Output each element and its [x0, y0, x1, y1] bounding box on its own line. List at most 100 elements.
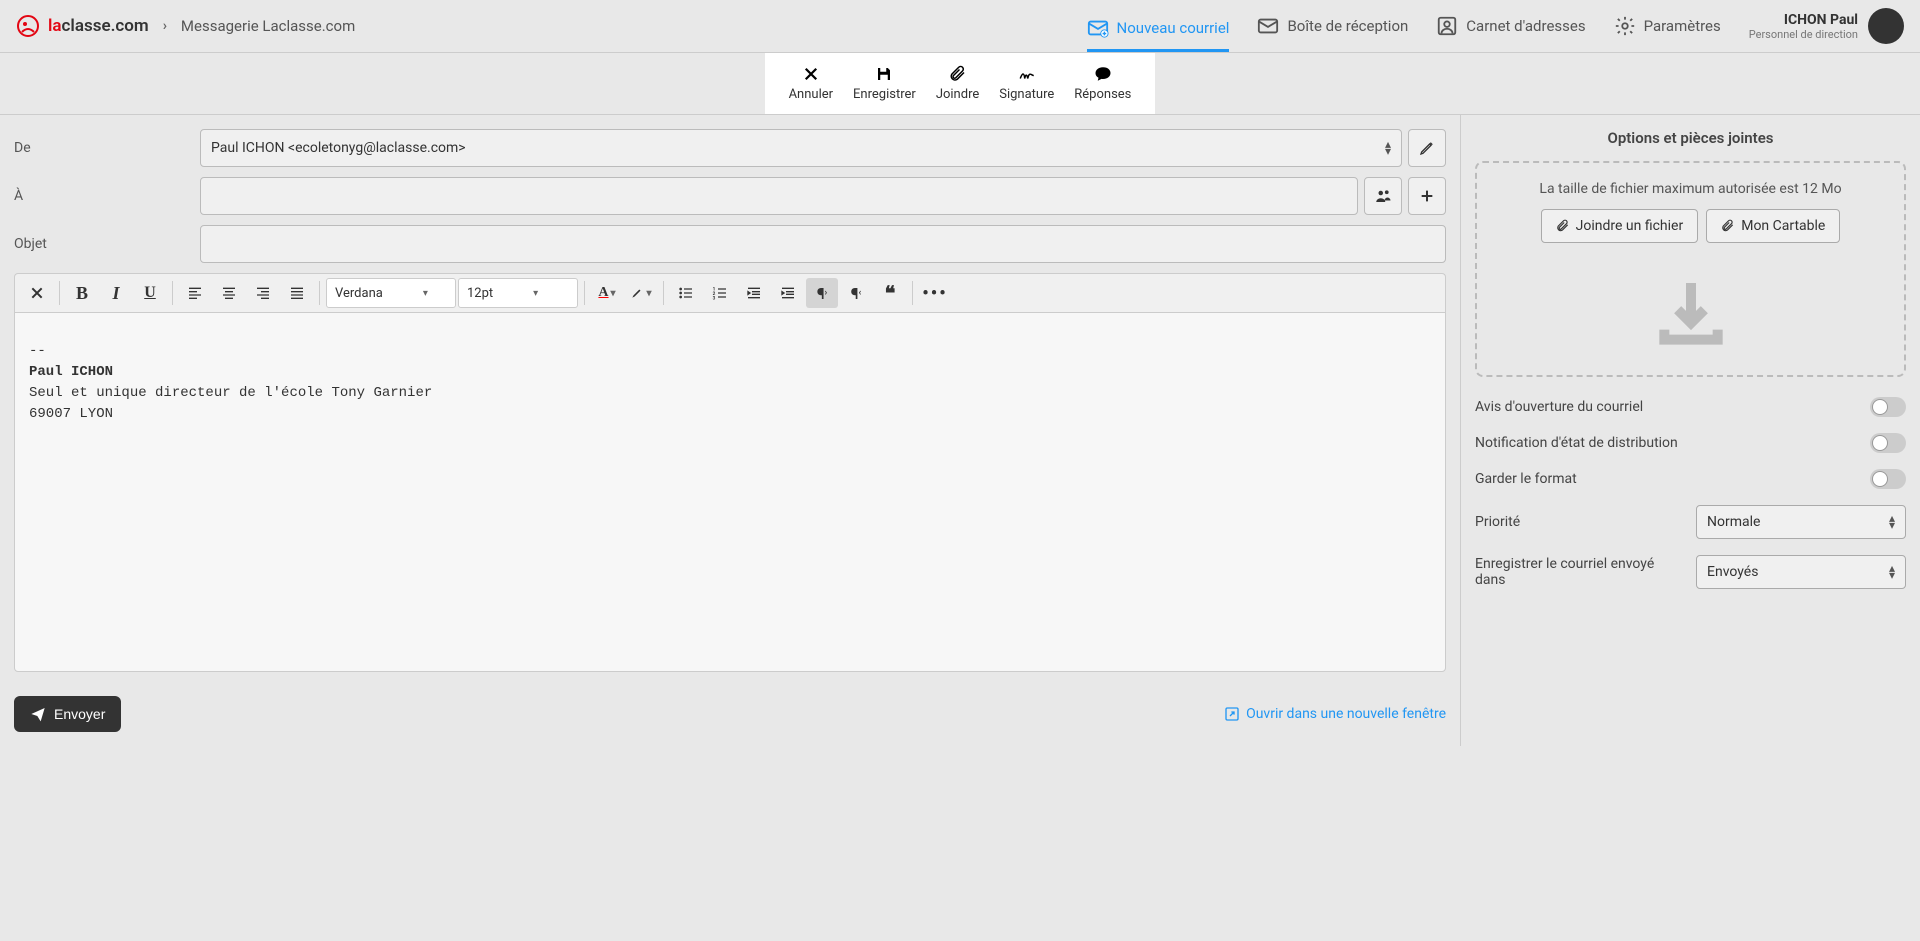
opt-delivery: Notification d'état de distribution — [1475, 433, 1906, 453]
my-bag-label: Mon Cartable — [1741, 218, 1825, 234]
edit-identity-button[interactable] — [1408, 129, 1446, 167]
breadcrumb[interactable]: Messagerie Laclasse.com — [181, 17, 355, 35]
align-right-button[interactable] — [247, 278, 279, 308]
cancel-button[interactable]: Annuler — [779, 61, 843, 106]
cancel-label: Annuler — [789, 87, 833, 102]
plus-icon — [1419, 188, 1435, 204]
separator — [584, 281, 585, 305]
send-button[interactable]: Envoyer — [14, 696, 121, 732]
open-window-link[interactable]: Ouvrir dans une nouvelle fenêtre — [1224, 706, 1446, 722]
add-recipient-button[interactable] — [1408, 177, 1446, 215]
clear-format-button[interactable] — [21, 278, 53, 308]
from-row: De Paul ICHON <ecoletonyg@laclasse.com> … — [14, 129, 1446, 167]
logo-icon — [16, 14, 40, 38]
font-size-select[interactable]: 12pt▾ — [458, 278, 578, 308]
editor-body[interactable]: -- Paul ICHON Seul et unique directeur d… — [14, 312, 1446, 672]
send-label: Envoyer — [54, 706, 105, 722]
updown-icon: ▴▾ — [1385, 141, 1391, 155]
number-list-button[interactable]: 123 — [704, 278, 736, 308]
brand-text[interactable]: laclasse.com — [48, 16, 149, 36]
separator — [172, 281, 173, 305]
underline-button[interactable]: U — [134, 278, 166, 308]
font-family-value: Verdana — [335, 286, 383, 301]
highlight-icon — [630, 286, 644, 300]
signature-button[interactable]: Signature — [989, 61, 1064, 106]
chevron-down-icon: ▾ — [533, 288, 538, 299]
from-label: De — [14, 140, 194, 156]
align-left-icon — [187, 285, 203, 301]
opt-delivery-label: Notification d'état de distribution — [1475, 435, 1870, 451]
compose-toolbar: Annuler Enregistrer Joindre Signature Ré… — [0, 53, 1920, 115]
number-list-icon: 123 — [712, 285, 728, 301]
user-name: ICHON Paul — [1749, 12, 1858, 28]
bold-button[interactable]: B — [66, 278, 98, 308]
opt-priority: Priorité Normale ▴▾ — [1475, 505, 1906, 539]
highlight-button[interactable]: ▾ — [625, 278, 657, 308]
save-icon — [875, 65, 893, 83]
dropzone[interactable]: La taille de fichier maximum autorisée e… — [1475, 161, 1906, 377]
contacts-picker-icon — [1374, 187, 1392, 205]
nav-inbox[interactable]: Boîte de réception — [1257, 9, 1408, 43]
align-justify-button[interactable] — [281, 278, 313, 308]
nav-new-mail[interactable]: Nouveau courriel — [1087, 11, 1230, 52]
responses-button[interactable]: Réponses — [1064, 61, 1141, 106]
attach-button[interactable]: Joindre — [926, 61, 989, 106]
bullet-list-button[interactable] — [670, 278, 702, 308]
indent-button[interactable] — [772, 278, 804, 308]
user-info: ICHON Paul Personnel de direction — [1749, 12, 1858, 41]
opt-read-label: Avis d'ouverture du courriel — [1475, 399, 1870, 415]
to-row: À — [14, 177, 1446, 215]
left-panel: De Paul ICHON <ecoletonyg@laclasse.com> … — [0, 115, 1460, 746]
italic-button[interactable]: I — [100, 278, 132, 308]
subject-input[interactable] — [200, 225, 1446, 263]
align-center-button[interactable] — [213, 278, 245, 308]
font-family-select[interactable]: Verdana▾ — [326, 278, 456, 308]
more-button[interactable]: ••• — [919, 278, 951, 308]
mail-plus-icon — [1087, 17, 1109, 39]
delivery-toggle[interactable] — [1870, 433, 1906, 453]
attach-file-button[interactable]: Joindre un fichier — [1541, 209, 1699, 243]
nav-settings[interactable]: Paramètres — [1614, 9, 1721, 43]
opt-priority-label: Priorité — [1475, 514, 1696, 530]
my-bag-button[interactable]: Mon Cartable — [1706, 209, 1840, 243]
header-nav: Nouveau courriel Boîte de réception Carn… — [1087, 8, 1904, 44]
to-input[interactable] — [200, 177, 1358, 215]
save-in-select[interactable]: Envoyés ▴▾ — [1696, 555, 1906, 589]
read-receipt-toggle[interactable] — [1870, 397, 1906, 417]
ltr-button[interactable]: ¶› — [806, 278, 838, 308]
nav-settings-label: Paramètres — [1644, 17, 1721, 35]
mail-icon — [1257, 15, 1279, 37]
attach-file-label: Joindre un fichier — [1576, 218, 1684, 234]
rtl-button[interactable]: ¶‹ — [840, 278, 872, 308]
sig-line1: Seul et unique directeur de l'école Tony… — [29, 385, 432, 401]
separator — [59, 281, 60, 305]
sig-line2: 69007 LYON — [29, 406, 113, 422]
nav-new-mail-label: Nouveau courriel — [1117, 19, 1230, 37]
nav-contacts-label: Carnet d'adresses — [1466, 17, 1585, 35]
keep-format-toggle[interactable] — [1870, 469, 1906, 489]
blockquote-button[interactable]: ❝ — [874, 278, 906, 308]
nav-contacts[interactable]: Carnet d'adresses — [1436, 9, 1585, 43]
gear-icon — [1614, 15, 1636, 37]
align-left-button[interactable] — [179, 278, 211, 308]
paperclip-icon — [1556, 219, 1570, 233]
external-icon — [1224, 706, 1240, 722]
from-select[interactable]: Paul ICHON <ecoletonyg@laclasse.com> ▴▾ — [200, 129, 1402, 167]
opt-save-label: Enregistrer le courriel envoyé dans — [1475, 556, 1675, 588]
right-panel: Options et pièces jointes La taille de f… — [1460, 115, 1920, 746]
save-button[interactable]: Enregistrer — [843, 61, 926, 106]
x-icon — [29, 285, 45, 301]
separator — [319, 281, 320, 305]
signature-icon — [1018, 65, 1036, 83]
avatar[interactable] — [1868, 8, 1904, 44]
toolbar-inner: Annuler Enregistrer Joindre Signature Ré… — [765, 53, 1156, 114]
updown-icon: ▴▾ — [1889, 565, 1895, 579]
text-color-button[interactable]: A▾ — [591, 278, 623, 308]
outdent-button[interactable] — [738, 278, 770, 308]
priority-select[interactable]: Normale ▴▾ — [1696, 505, 1906, 539]
align-center-icon — [221, 285, 237, 301]
header-user[interactable]: ICHON Paul Personnel de direction — [1749, 8, 1904, 44]
sig-separator: -- — [29, 343, 46, 359]
bullet-list-icon — [678, 285, 694, 301]
pick-contact-button[interactable] — [1364, 177, 1402, 215]
